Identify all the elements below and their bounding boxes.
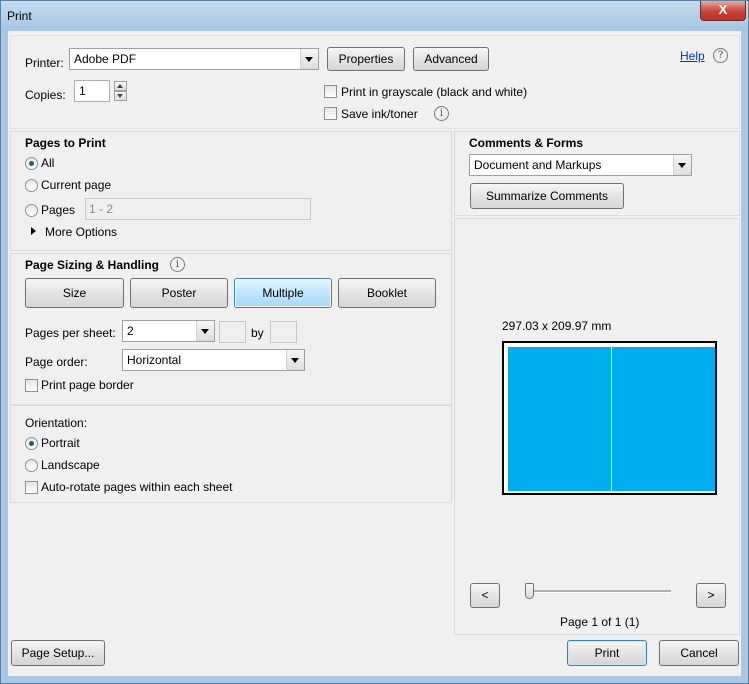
poster-button[interactable]: Poster xyxy=(130,278,228,308)
pages-to-print-section: Pages to Print All Current page Pages 1 … xyxy=(10,131,452,251)
grayscale-label: Print in grayscale (black and white) xyxy=(341,85,528,99)
printer-section: Printer: Adobe PDF Properties Advanced H… xyxy=(10,35,740,129)
copies-increment-button[interactable] xyxy=(114,81,127,91)
printer-label: Printer: xyxy=(25,56,64,70)
page-order-select[interactable]: Horizontal xyxy=(122,349,305,371)
preview-page-1 xyxy=(508,347,611,491)
window-title: Print xyxy=(7,9,32,23)
info-icon[interactable]: i xyxy=(434,106,449,121)
next-page-button[interactable]: > xyxy=(696,583,726,608)
pages-per-sheet-label: Pages per sheet: xyxy=(25,326,116,340)
page-sizing-title: Page Sizing & Handling xyxy=(25,258,160,272)
multiple-button[interactable]: Multiple xyxy=(234,278,332,308)
page-slider-track[interactable] xyxy=(525,590,671,593)
grayscale-checkbox[interactable] xyxy=(324,85,337,98)
pages-range-field[interactable]: 1 - 2 xyxy=(85,198,311,220)
autorotate-checkbox[interactable] xyxy=(25,481,38,494)
pages-to-print-title: Pages to Print xyxy=(25,136,106,150)
preview-dimensions: 297.03 x 209.97 mm xyxy=(502,319,612,333)
pages-per-sheet-rows-field[interactable] xyxy=(270,321,297,343)
title-bar[interactable]: Print X xyxy=(1,1,748,31)
cancel-button[interactable]: Cancel xyxy=(659,640,739,666)
chevron-down-icon xyxy=(286,350,304,370)
comments-forms-title: Comments & Forms xyxy=(469,136,584,150)
all-pages-radio[interactable] xyxy=(25,157,38,170)
copies-field[interactable]: 1 xyxy=(74,80,110,102)
print-border-checkbox[interactable] xyxy=(25,379,38,392)
close-button[interactable]: X xyxy=(700,1,746,21)
pages-range-label: Pages xyxy=(41,203,76,217)
print-button[interactable]: Print xyxy=(567,640,647,666)
portrait-label: Portrait xyxy=(41,436,80,450)
prev-page-button[interactable]: < xyxy=(470,583,500,608)
pages-range-radio[interactable] xyxy=(25,204,38,217)
more-options-toggle[interactable]: More Options xyxy=(45,225,117,239)
expand-arrow-icon[interactable] xyxy=(31,227,36,235)
orientation-section: Orientation: Portrait Landscape Auto-rot… xyxy=(10,405,452,503)
copies-decrement-button[interactable] xyxy=(114,91,127,101)
page-info: Page 1 of 1 (1) xyxy=(560,615,640,629)
size-button[interactable]: Size xyxy=(25,278,124,308)
page-order-value: Horizontal xyxy=(127,353,182,367)
page-sizing-info-icon[interactable]: i xyxy=(170,257,185,272)
save-ink-checkbox[interactable] xyxy=(324,107,337,120)
save-ink-label: Save ink/toner xyxy=(341,107,418,121)
preview-section: 297.03 x 209.97 mm < > Page 1 of 1 (1) xyxy=(454,218,740,635)
pages-per-sheet-cols-field[interactable] xyxy=(219,321,246,343)
page-order-label: Page order: xyxy=(25,355,88,369)
print-border-label: Print page border xyxy=(41,378,134,392)
comments-forms-select[interactable]: Document and Markups xyxy=(469,154,692,176)
landscape-radio[interactable] xyxy=(25,459,38,472)
pages-range-value: 1 - 2 xyxy=(89,202,114,216)
orientation-title: Orientation: xyxy=(25,416,88,430)
page-sizing-section: Page Sizing & Handling i Size Poster Mul… xyxy=(10,253,452,405)
help-link[interactable]: Help xyxy=(680,49,705,63)
help-icon[interactable]: ? xyxy=(713,48,728,63)
preview-sheet xyxy=(502,341,717,495)
pages-per-sheet-value: 2 xyxy=(127,324,134,338)
chevron-down-icon xyxy=(196,321,214,341)
printer-select-value: Adobe PDF xyxy=(74,52,137,66)
current-page-radio[interactable] xyxy=(25,179,38,192)
current-page-label: Current page xyxy=(41,178,112,192)
by-label: by xyxy=(251,326,264,340)
summarize-comments-button[interactable]: Summarize Comments xyxy=(470,183,624,209)
print-dialog-window: Print X Printer: Adobe PDF Properties Ad… xyxy=(0,0,749,684)
autorotate-label: Auto-rotate pages within each sheet xyxy=(41,480,233,494)
printer-select[interactable]: Adobe PDF xyxy=(69,48,319,70)
page-slider-thumb[interactable] xyxy=(525,583,534,599)
portrait-radio[interactable] xyxy=(25,437,38,450)
copies-value: 1 xyxy=(79,84,86,98)
advanced-button[interactable]: Advanced xyxy=(413,47,489,71)
preview-page-2 xyxy=(612,347,715,491)
booklet-button[interactable]: Booklet xyxy=(338,278,436,308)
comments-forms-section: Comments & Forms Document and Markups Su… xyxy=(454,131,740,216)
dialog-client-area: Printer: Adobe PDF Properties Advanced H… xyxy=(8,31,741,676)
comments-forms-value: Document and Markups xyxy=(474,158,602,172)
chevron-down-icon xyxy=(300,49,318,69)
all-pages-label: All xyxy=(41,156,55,170)
properties-button[interactable]: Properties xyxy=(327,47,405,71)
page-setup-button[interactable]: Page Setup... xyxy=(11,640,105,666)
pages-per-sheet-select[interactable]: 2 xyxy=(122,320,215,342)
landscape-label: Landscape xyxy=(41,458,100,472)
copies-label: Copies: xyxy=(25,88,66,102)
chevron-down-icon xyxy=(673,155,691,175)
